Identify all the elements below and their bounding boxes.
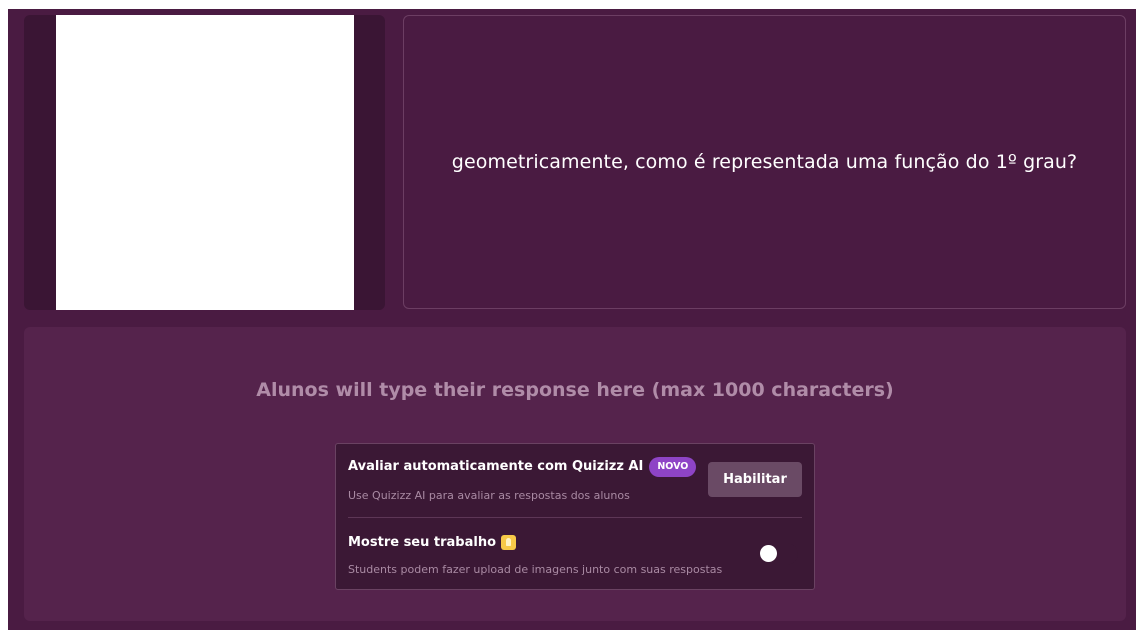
settings-card: Avaliar automaticamente com Quizizz AI N… <box>335 443 815 590</box>
enable-auto-grade-button[interactable]: Habilitar <box>708 462 802 497</box>
divider <box>348 517 802 518</box>
show-work-description: Students podem fazer upload de imagens j… <box>348 563 723 576</box>
lightbulb-icon <box>501 535 517 550</box>
question-image-panel[interactable] <box>24 15 385 310</box>
editor-frame: geometricamente, como é representada uma… <box>8 9 1136 630</box>
question-panel[interactable]: geometricamente, como é representada uma… <box>403 15 1126 309</box>
question-image <box>56 15 354 310</box>
answer-panel: Alunos will type their response here (ma… <box>24 327 1126 621</box>
auto-grade-description: Use Quizizz AI para avaliar as respostas… <box>348 489 630 502</box>
new-badge: NOVO <box>649 457 697 477</box>
auto-grade-title: Avaliar automaticamente com Quizizz AI <box>348 459 644 475</box>
show-work-toggle[interactable] <box>758 543 798 565</box>
auto-grade-row-title: Avaliar automaticamente com Quizizz AI N… <box>348 457 697 477</box>
response-placeholder: Alunos will type their response here (ma… <box>256 379 894 401</box>
question-text: geometricamente, como é representada uma… <box>451 151 1078 173</box>
toggle-knob <box>760 545 777 562</box>
show-work-title: Mostre seu trabalho <box>348 535 497 550</box>
show-work-row-title: Mostre seu trabalho <box>348 535 517 550</box>
